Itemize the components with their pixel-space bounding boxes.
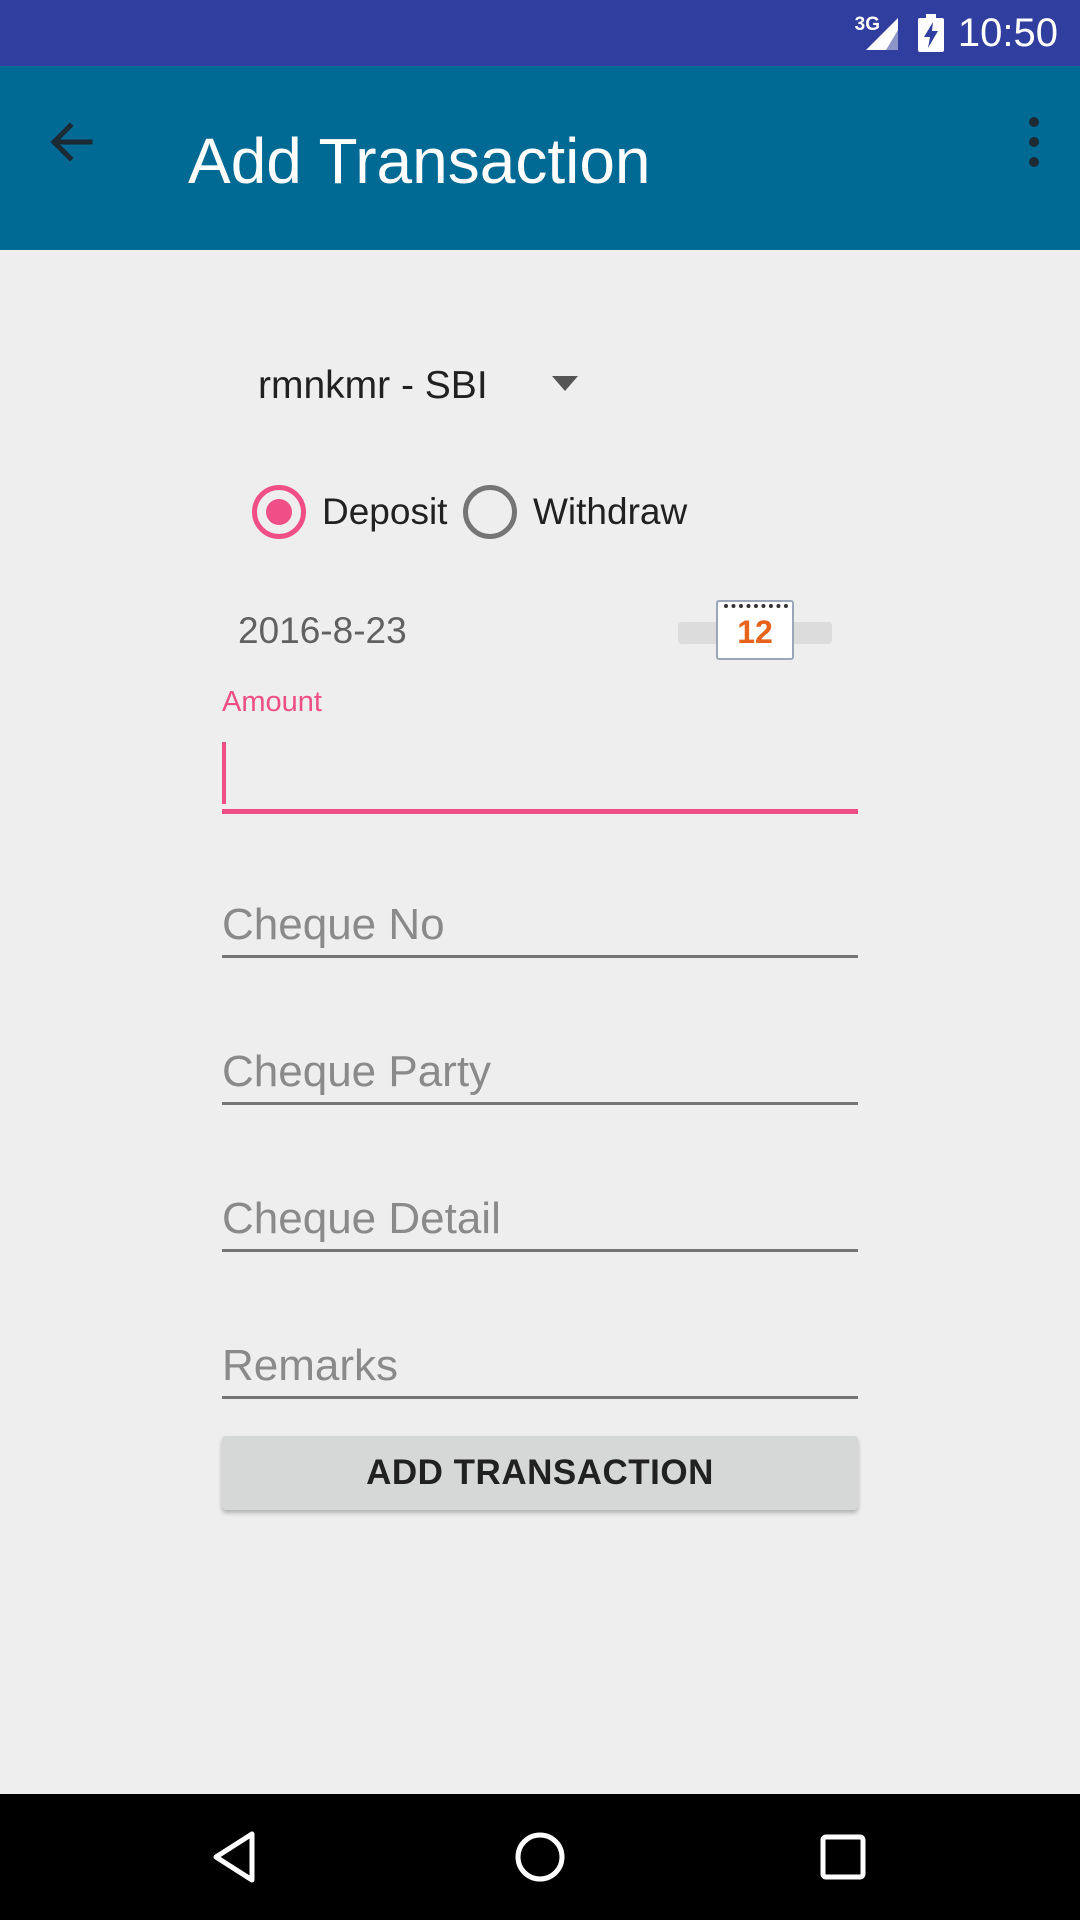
battery-charging-icon	[918, 14, 944, 57]
field-underline	[222, 809, 858, 814]
cheque-no-field[interactable]: Cheque No	[222, 882, 858, 958]
cheque-detail-field[interactable]: Cheque Detail	[222, 1176, 858, 1252]
add-transaction-button[interactable]: ADD TRANSACTION	[222, 1436, 858, 1510]
page-title: Add Transaction	[188, 125, 651, 197]
account-spinner-value: rmnkmr - SBI	[258, 364, 488, 407]
text-cursor	[222, 742, 226, 804]
field-underline	[222, 1102, 858, 1105]
app-bar: Add Transaction	[0, 66, 1080, 250]
navigation-bar	[0, 1794, 1080, 1920]
deposit-label: Deposit	[322, 491, 448, 532]
field-underline	[222, 1249, 858, 1252]
nav-home-icon[interactable]	[505, 1822, 575, 1892]
nav-recents-icon[interactable]	[808, 1822, 878, 1892]
cheque-party-hint: Cheque Party	[222, 1047, 492, 1096]
calendar-icon: 12	[716, 600, 794, 660]
field-underline	[222, 1396, 858, 1399]
withdraw-label: Withdraw	[533, 491, 688, 532]
more-vert-icon[interactable]	[1010, 110, 1058, 174]
remarks-hint: Remarks	[222, 1341, 399, 1390]
remarks-field[interactable]: Remarks	[222, 1323, 858, 1399]
deposit-radio[interactable]: Deposit	[252, 484, 447, 540]
arrow-back-icon[interactable]	[44, 114, 100, 170]
cheque-detail-hint: Cheque Detail	[222, 1194, 501, 1243]
clock: 10:50	[957, 11, 1058, 55]
field-underline	[222, 955, 858, 958]
radio-checked-icon	[252, 485, 306, 539]
withdraw-radio[interactable]: Withdraw	[463, 484, 687, 540]
signal-icon	[864, 16, 902, 57]
status-bar: 3G 10:50	[0, 0, 1080, 66]
account-spinner[interactable]: rmnkmr - SBI	[236, 352, 606, 422]
amount-label: Amount	[222, 686, 322, 718]
amount-field[interactable]	[222, 738, 858, 814]
date-picker-button[interactable]: 12	[678, 600, 832, 662]
calendar-rings	[724, 604, 788, 612]
calendar-icon-number: 12	[737, 614, 773, 650]
dropdown-arrow-icon	[552, 376, 578, 391]
radio-unchecked-icon	[463, 485, 517, 539]
cheque-no-hint: Cheque No	[222, 900, 445, 949]
cheque-party-field[interactable]: Cheque Party	[222, 1029, 858, 1105]
nav-back-icon[interactable]	[202, 1822, 272, 1892]
date-value: 2016-8-23	[238, 610, 407, 651]
